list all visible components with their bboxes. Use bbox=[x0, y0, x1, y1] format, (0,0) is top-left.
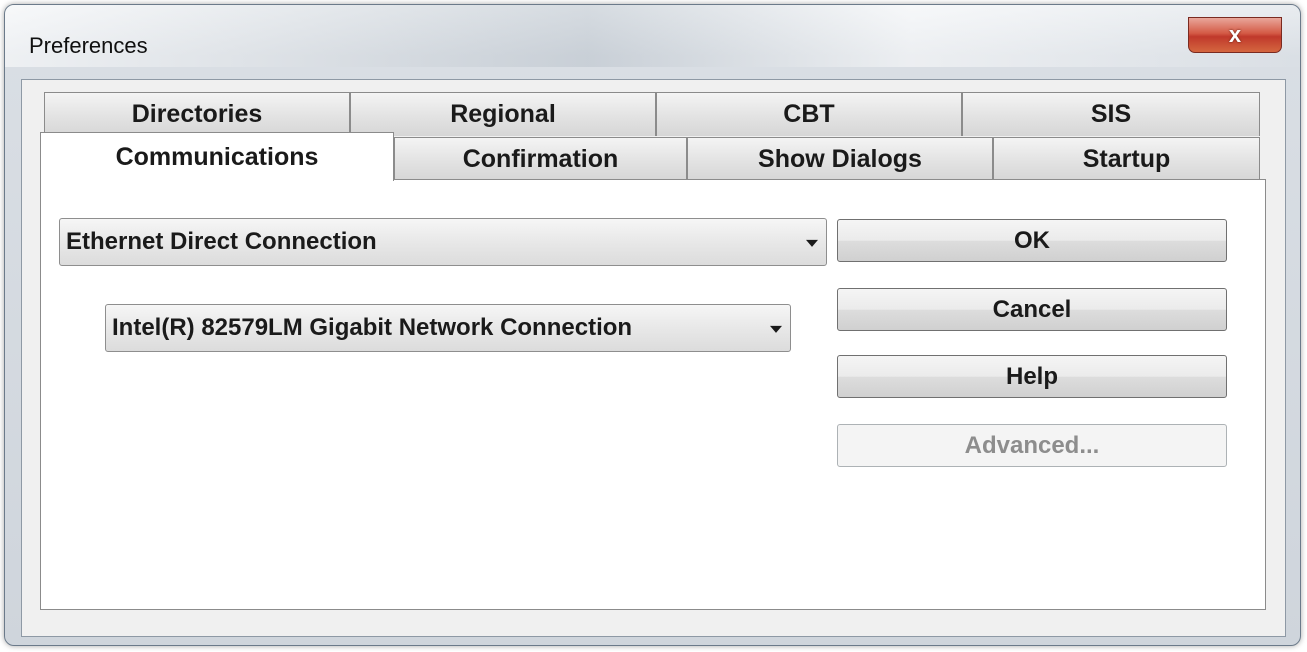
tab-label: SIS bbox=[1090, 100, 1132, 128]
tab-communications[interactable]: Communications bbox=[40, 132, 394, 181]
cancel-button-label: Cancel bbox=[992, 295, 1072, 323]
window-title: Preferences bbox=[29, 33, 148, 58]
tab-sis[interactable]: SIS bbox=[962, 92, 1260, 136]
tab-confirmation[interactable]: Confirmation bbox=[394, 137, 687, 180]
ok-button-label: OK bbox=[1014, 226, 1050, 254]
help-button-label: Help bbox=[1005, 362, 1058, 390]
tab-cbt[interactable]: CBT bbox=[656, 92, 962, 136]
tab-show-dialogs[interactable]: Show Dialogs bbox=[687, 137, 993, 180]
tab-directories[interactable]: Directories bbox=[44, 92, 350, 136]
title-bar[interactable] bbox=[5, 5, 1300, 67]
tab-label: Communications bbox=[115, 142, 319, 171]
ok-button[interactable]: OK bbox=[837, 219, 1227, 262]
tab-label: Directories bbox=[131, 100, 263, 128]
network-adapter-value: Intel(R) 82579LM Gigabit Network Connect… bbox=[112, 314, 633, 341]
cancel-button[interactable]: Cancel bbox=[837, 288, 1227, 331]
network-adapter-dropdown[interactable]: Intel(R) 82579LM Gigabit Network Connect… bbox=[105, 304, 791, 352]
tab-label: Show Dialogs bbox=[758, 144, 922, 173]
close-button[interactable]: x bbox=[1188, 17, 1282, 53]
connection-type-dropdown[interactable]: Ethernet Direct Connection bbox=[59, 218, 827, 266]
tab-regional[interactable]: Regional bbox=[350, 92, 656, 136]
chevron-down-icon bbox=[770, 325, 782, 333]
tab-startup[interactable]: Startup bbox=[993, 137, 1260, 180]
tab-label: Startup bbox=[1082, 144, 1171, 173]
help-button[interactable]: Help bbox=[837, 355, 1227, 398]
connection-type-value: Ethernet Direct Connection bbox=[66, 228, 377, 255]
tab-label: Confirmation bbox=[462, 144, 619, 173]
tab-label: CBT bbox=[783, 100, 835, 128]
advanced-button: Advanced... bbox=[837, 424, 1227, 467]
tab-label: Regional bbox=[450, 100, 556, 128]
chevron-down-icon bbox=[806, 239, 818, 247]
advanced-button-label: Advanced... bbox=[964, 431, 1100, 459]
close-icon: x bbox=[1228, 22, 1242, 47]
